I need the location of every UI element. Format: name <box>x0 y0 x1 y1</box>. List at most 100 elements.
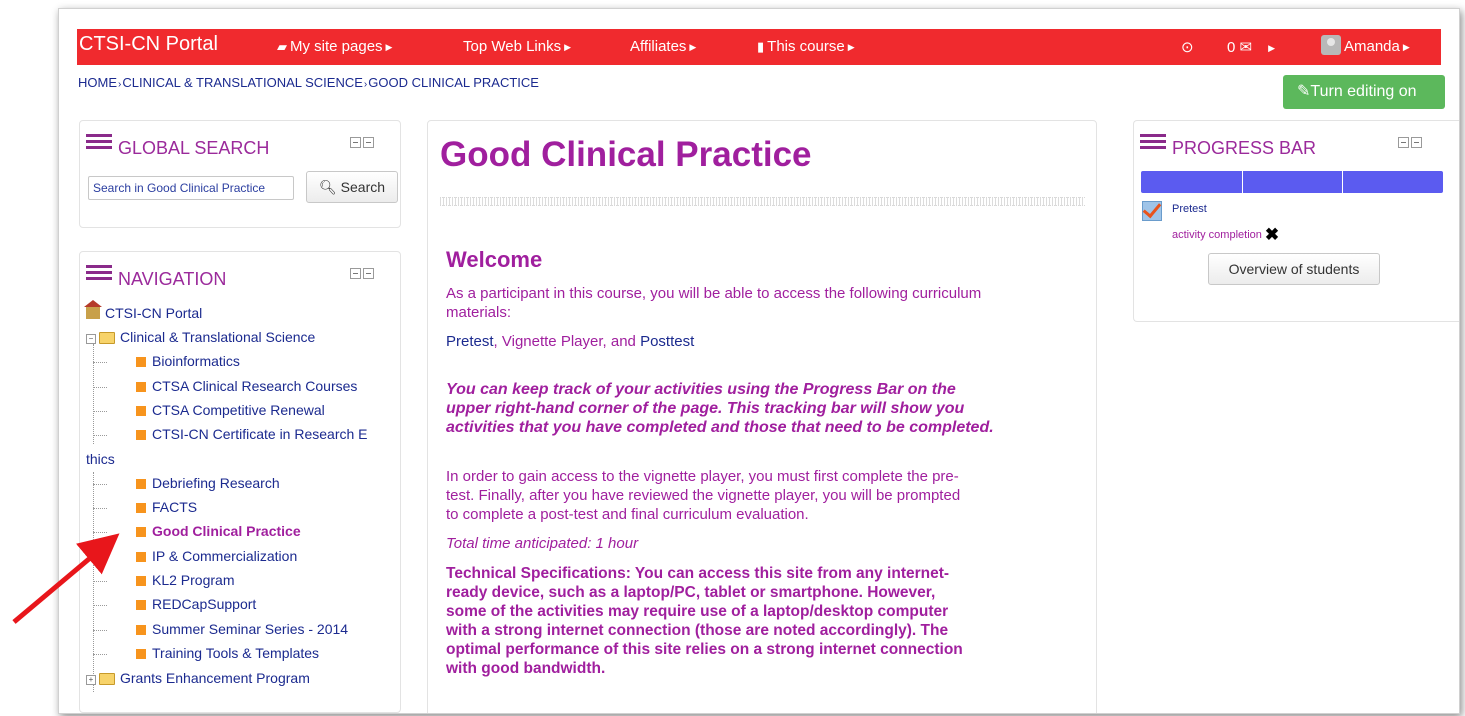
bullet-square-icon <box>136 430 146 440</box>
tree-item[interactable]: REDCapSupport <box>136 596 256 612</box>
envelope-icon: ✉ <box>1239 39 1253 56</box>
bullet-square-icon <box>136 552 146 562</box>
tree-root[interactable]: CTSI-CN Portal <box>84 300 202 321</box>
collapse-icon[interactable]: − <box>86 334 96 344</box>
bullet-square-icon <box>136 503 146 513</box>
breadcrumb: HOME›CLINICAL & TRANSLATIONAL SCIENCE›GO… <box>78 75 539 90</box>
caret-right-icon: ▶ <box>1268 43 1276 53</box>
tree-item-wrap[interactable]: thics <box>86 451 115 467</box>
top-navbar: CTSI-CN Portal ▰ My site pages ▶ Top Web L… <box>77 29 1441 65</box>
tree-category-collapsed[interactable]: + Grants Enhancement Program <box>86 670 310 686</box>
cross-icon: ✖ <box>1264 225 1280 244</box>
folder-open-icon <box>99 332 115 344</box>
target-icon[interactable]: ⊙ <box>1181 38 1194 56</box>
activity-name[interactable]: Pretest <box>1172 203 1207 215</box>
breadcrumb-separator-icon: › <box>363 79 368 90</box>
block-controls <box>348 268 374 279</box>
tree-item[interactable]: Summer Seminar Series - 2014 <box>136 621 348 637</box>
caret-right-icon: ▶ <box>689 42 697 52</box>
tree-item[interactable]: IP & Commercialization <box>136 548 297 564</box>
search-button[interactable]: 🔍︎ Search <box>306 171 398 203</box>
tree-item[interactable]: Training Tools & Templates <box>136 645 319 661</box>
turn-editing-on-button[interactable]: ✎Turn editing on <box>1283 75 1445 109</box>
messages-menu[interactable]: 0 ✉ ▶ <box>1227 38 1275 56</box>
dock-icon[interactable] <box>363 268 374 279</box>
nav-affiliates[interactable]: Affiliates ▶ <box>630 38 696 55</box>
breadcrumb-category[interactable]: CLINICAL & TRANSLATIONAL SCIENCE <box>122 75 363 90</box>
tech-specs-text: Technical Specifications: You can access… <box>446 565 963 677</box>
progress-segment-divider <box>1242 171 1243 193</box>
vignette-player-link[interactable]: Vignette Player <box>502 333 603 350</box>
progress-segment-divider <box>1342 171 1343 193</box>
tree-item[interactable]: CTSA Competitive Renewal <box>136 402 325 418</box>
access-text: In order to gain access to the vignette … <box>446 468 961 523</box>
hamburger-icon[interactable] <box>1140 131 1166 152</box>
minimize-icon[interactable] <box>350 268 361 279</box>
pretest-link[interactable]: Pretest <box>446 333 494 350</box>
user-menu[interactable]: Amanda ▶ <box>1321 35 1410 55</box>
intro-text: As a participant in this course, you wil… <box>446 285 982 321</box>
dock-icon[interactable] <box>363 137 374 148</box>
tree-category[interactable]: − Clinical & Translational Science <box>86 329 315 345</box>
bullet-square-icon <box>136 479 146 489</box>
welcome-heading: Welcome <box>446 247 543 272</box>
caret-right-icon: ▶ <box>847 42 855 52</box>
minimize-icon[interactable] <box>1398 137 1409 148</box>
navigation-block: NAVIGATION CTSI-CN Portal − Clinical & Tr… <box>79 251 401 713</box>
navigation-title: NAVIGATION <box>86 262 226 290</box>
hamburger-icon[interactable] <box>86 131 112 152</box>
home-icon <box>84 300 102 319</box>
tracking-text: You can keep track of your activities us… <box>446 381 994 436</box>
edit-icon: ✎ <box>1297 83 1311 100</box>
hamburger-icon[interactable] <box>86 262 112 283</box>
bullet-square-icon <box>136 576 146 586</box>
tree-item[interactable]: Bioinformatics <box>136 353 240 369</box>
tree-item[interactable]: CTSI-CN Certificate in Research E <box>136 426 368 442</box>
global-search-title: GLOBAL SEARCH <box>86 131 269 159</box>
tree-item[interactable]: CTSA Clinical Research Courses <box>136 378 357 394</box>
caret-right-icon: ▶ <box>1402 42 1410 52</box>
tree-item[interactable]: Debriefing Research <box>136 475 280 491</box>
global-search-block: GLOBAL SEARCH 🔍︎ Search <box>79 120 401 228</box>
activity-status: activity completion ✖ <box>1172 225 1280 244</box>
posttest-link[interactable]: Posttest <box>640 333 694 350</box>
breadcrumb-separator-icon: › <box>118 79 122 90</box>
check-icon <box>1142 201 1162 221</box>
expand-icon[interactable]: + <box>86 675 96 685</box>
overview-of-students-button[interactable]: Overview of students <box>1208 253 1380 285</box>
minimize-icon[interactable] <box>350 137 361 148</box>
search-icon: 🔍︎ <box>318 179 337 195</box>
browser-page: CTSI-CN Portal ▰ My site pages ▶ Top Web L… <box>58 8 1460 714</box>
caret-right-icon: ▶ <box>385 42 393 52</box>
bullet-square-icon <box>136 600 146 610</box>
book-icon: ▮ <box>757 39 765 54</box>
bullet-square-icon <box>136 382 146 392</box>
nav-my-site-pages[interactable]: ▰ My site pages ▶ <box>277 38 392 55</box>
progress-bar[interactable] <box>1141 171 1443 193</box>
search-input[interactable] <box>88 176 294 200</box>
briefcase-icon: ▰ <box>277 39 287 54</box>
progress-title: PROGRESS BAR <box>1140 131 1316 159</box>
dock-icon[interactable] <box>1411 137 1422 148</box>
divider <box>440 197 1085 206</box>
caret-right-icon: ▶ <box>564 42 572 52</box>
main-content: Good Clinical Practice Welcome As a part… <box>427 120 1097 713</box>
avatar <box>1321 35 1341 55</box>
brand-link[interactable]: CTSI-CN Portal <box>79 33 218 56</box>
breadcrumb-current[interactable]: GOOD CLINICAL PRACTICE <box>368 75 539 90</box>
tree-item[interactable]: FACTS <box>136 499 197 515</box>
block-controls <box>348 137 374 148</box>
tree-item[interactable]: KL2 Program <box>136 572 234 588</box>
nav-this-course[interactable]: ▮ This course ▶ <box>757 38 855 55</box>
breadcrumb-home[interactable]: HOME <box>78 75 117 90</box>
page-title: Good Clinical Practice <box>440 135 812 174</box>
bullet-square-icon <box>136 649 146 659</box>
tree-item-current[interactable]: Good Clinical Practice <box>136 523 301 539</box>
block-controls <box>1396 137 1422 148</box>
nav-top-web-links[interactable]: Top Web Links ▶ <box>463 38 571 55</box>
folder-icon <box>99 673 115 685</box>
bullet-square-icon <box>136 406 146 416</box>
progress-block: PROGRESS BAR Pretest activity completion… <box>1133 120 1459 322</box>
bullet-square-icon <box>136 527 146 537</box>
bullet-square-icon <box>136 357 146 367</box>
